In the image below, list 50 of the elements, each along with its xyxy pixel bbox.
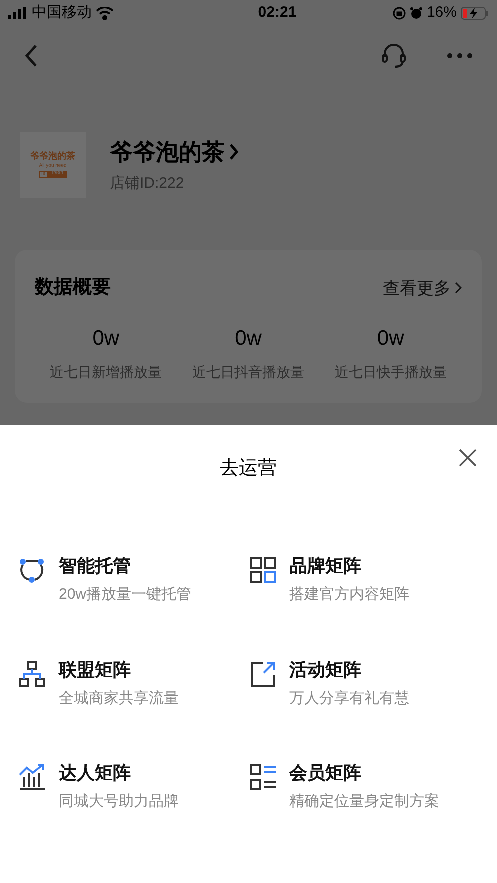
item-subtitle: 搭建官方内容矩阵 xyxy=(290,585,410,605)
signal-icon xyxy=(8,7,28,19)
carrier-name: 中国移动 xyxy=(32,2,92,23)
item-subtitle: 20w播放量一键托管 xyxy=(59,585,192,605)
stat-value: 0w xyxy=(92,326,120,352)
cycle-icon xyxy=(18,556,46,584)
list-icon xyxy=(248,763,276,791)
item-title: 达人矩阵 xyxy=(59,762,132,785)
summary-title: 数据概要 xyxy=(35,276,111,300)
logo-name: 爷爷泡的茶 xyxy=(30,152,76,161)
wifi-icon xyxy=(96,6,114,20)
stat-value: 0w xyxy=(377,326,404,352)
close-icon[interactable] xyxy=(459,449,477,467)
stat-label: 近七日抖音播放量 xyxy=(192,363,304,382)
shop-id: 店铺ID:222 xyxy=(110,174,186,194)
item-subtitle: 万人分享有礼有慧 xyxy=(290,688,410,708)
item-subtitle: 同城大号助力品牌 xyxy=(59,792,179,812)
operation-item[interactable]: 智能托管 20w播放量一键托管 xyxy=(18,553,248,606)
hierarchy-icon xyxy=(18,660,46,688)
operation-item[interactable]: 品牌矩阵 搭建官方内容矩阵 xyxy=(248,553,479,606)
stat-value: 0w xyxy=(235,326,262,352)
operation-item[interactable]: 会员矩阵 精确定位量身定制方案 xyxy=(248,760,479,814)
back-icon[interactable] xyxy=(24,44,38,68)
alarm-icon xyxy=(410,6,423,20)
operation-item[interactable]: 联盟矩阵 全城商家共享流量 xyxy=(18,656,248,710)
more-icon[interactable] xyxy=(447,53,473,59)
chevron-right-icon xyxy=(229,142,239,161)
item-title: 会员矩阵 xyxy=(290,762,362,785)
operation-item[interactable]: 达人矩阵 同城大号助力品牌 xyxy=(18,760,248,814)
operation-item[interactable]: 活动矩阵 万人分享有礼有慧 xyxy=(248,656,479,710)
chevron-right-icon xyxy=(455,282,462,294)
rotation-lock-icon xyxy=(392,6,406,20)
view-more-link[interactable]: 查看更多 xyxy=(383,276,462,301)
item-subtitle: 精确定位量身定制方案 xyxy=(290,792,440,812)
shop-name-link[interactable]: 爷爷泡的茶 xyxy=(110,134,239,169)
status-time: 02:21 xyxy=(258,2,297,23)
item-title: 活动矩阵 xyxy=(290,658,362,682)
item-title: 联盟矩阵 xyxy=(59,658,132,682)
item-title: 智能托管 xyxy=(59,555,132,578)
stat-label: 近七日快手播放量 xyxy=(334,363,447,382)
item-title: 品牌矩阵 xyxy=(290,555,362,578)
item-subtitle: 全城商家共享流量 xyxy=(59,688,179,708)
grid-icon xyxy=(248,556,276,584)
chart-icon xyxy=(18,763,46,791)
share-icon xyxy=(248,660,276,688)
headset-icon[interactable] xyxy=(381,43,407,69)
battery-charging-icon xyxy=(461,6,489,20)
stat-label: 近七日新增播放量 xyxy=(50,363,162,382)
sheet-title: 去运营 xyxy=(220,456,277,481)
battery-percent: 16% xyxy=(426,2,457,23)
